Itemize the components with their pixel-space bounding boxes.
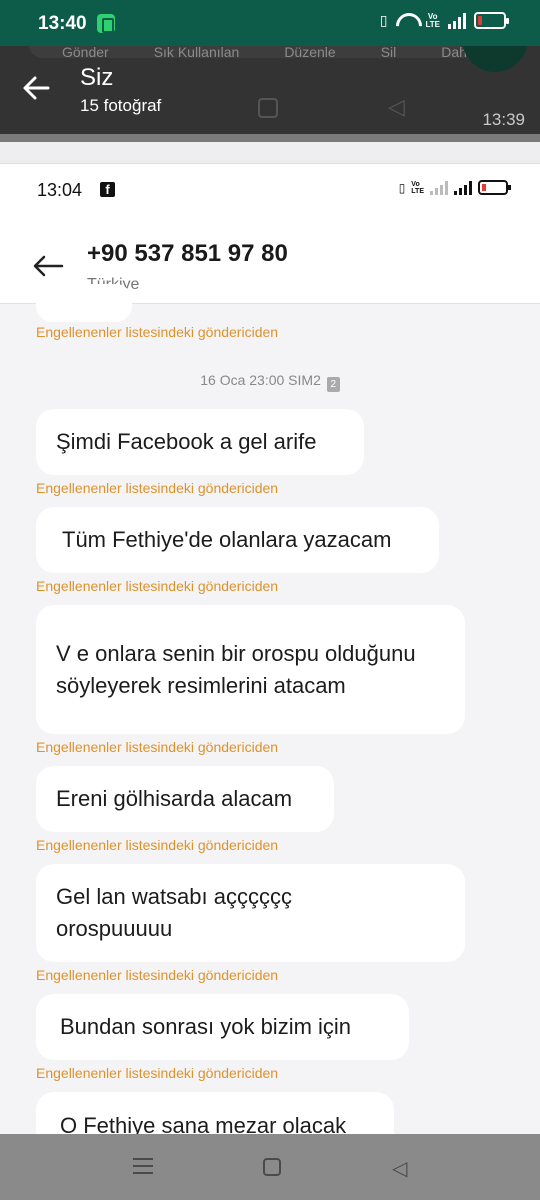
home-icon[interactable] [263,1158,281,1176]
ghost-menu-item: Gönder [62,46,109,60]
blocked-sender-label: Engellenenler listesindeki göndericiden [36,324,279,340]
screenshot-image: 13:04 f ▯ VoLTE +90 537 851 97 80 Türkiy… [0,164,540,1134]
ghost-home-icon [258,98,278,118]
message-bubble[interactable]: Tüm Fethiye'de olanlara yazacam [36,507,439,573]
message-bubble[interactable]: Şimdi Facebook a gel arife [36,409,364,475]
divider [0,142,540,164]
back-arrow-icon[interactable] [22,74,50,102]
message-text: O Fethiye sana mezar olacak [60,1113,347,1134]
navigation-bar: ◁ [0,1134,540,1200]
message-bubble[interactable]: Bundan sonrası yok bizim için [36,994,409,1060]
ghost-menu-item: Sil [380,46,397,60]
message-text: Gel lan watsabı açççççç orospuuuuu [56,884,292,941]
wifi-icon [395,13,417,29]
signal-icon [430,180,448,195]
message-bubble[interactable]: Ereni gölhisarda alacam [36,766,334,832]
blocked-sender-label: Engellenenler listesindeki göndericiden [36,739,279,755]
blocked-sender-label: Engellenenler listesindeki göndericiden [36,578,279,594]
ghost-fab [462,46,528,72]
blocked-sender-label: Engellenenler listesindeki göndericiden [36,480,279,496]
back-arrow-icon[interactable] [32,254,64,278]
app-notification-icon [97,14,115,33]
message-text: Ereni gölhisarda alacam [56,786,293,811]
date-stamp: 16 Oca 23:00 SIM2 2 [0,372,540,392]
message-text: Şimdi Facebook a gel arife [56,429,317,454]
battery-icon [474,12,509,29]
facebook-icon: f [100,182,115,197]
inner-status-time: 13:04 [37,180,83,200]
blocked-sender-label: Engellenenler listesindeki göndericiden [36,1065,279,1081]
volte-icon: Vo LTE [411,180,424,195]
message-text: Tüm Fethiye'de olanlara yazacam [62,527,392,552]
message-text: Bundan sonrası yok bizim için [60,1014,352,1039]
vibrate-icon: ▯ [398,180,406,195]
battery-icon [478,180,511,195]
message-text: V e onlara senin bir orospu olduğunu söy… [56,640,416,698]
message-bubble[interactable]: Gel lan watsabı açççççç orospuuuuu [36,864,465,962]
status-time: 13:40 [38,13,87,34]
blocked-sender-label: Engellenenler listesindeki göndericiden [36,837,279,853]
signal-4g-icon [454,180,472,195]
back-icon[interactable]: ◁ [392,1156,407,1181]
vibrate-icon: ▯ [379,12,388,28]
ghost-back-icon: ◁ [388,94,405,119]
divider [0,134,540,142]
outer-status-bar: 13:40 ▯ Vo LTE [0,0,540,46]
inner-status-bar: 13:04 f ▯ Vo LTE [0,164,540,216]
ghost-menu-item: Sık Kullanılan [153,46,240,60]
volte-icon: Vo LTE [425,11,440,29]
viewer-timestamp: 13:39 [482,110,525,129]
sim-card-icon: 2 [326,377,340,392]
contact-number: +90 537 851 97 80 [87,240,288,267]
blocked-sender-label: Engellenenler listesindeki göndericiden [36,967,279,983]
date-stamp-text: 16 Oca 23:00 SIM2 [200,372,321,388]
recent-apps-icon[interactable] [133,1158,153,1176]
message-bubble[interactable]: V e onlara senin bir orospu olduğunu söy… [36,605,465,734]
ghost-menu-item: Düzenle [284,46,336,60]
status-icons: ▯ Vo LTE [379,11,509,29]
message-bubble[interactable]: O Fethiye sana mezar olacak [36,1092,394,1134]
inner-status-icons: ▯ Vo LTE [398,180,511,195]
message-bubble[interactable] [36,284,132,322]
ghost-menu: Gönder Sık Kullanılan Düzenle Sil Daha f… [62,46,508,60]
signal-icon [448,12,466,29]
photo-viewer-header: Gönder Sık Kullanılan Düzenle Sil Daha f… [0,46,540,134]
viewer-title: Siz [80,64,114,91]
viewer-subtitle: 15 fotoğraf [80,96,162,115]
